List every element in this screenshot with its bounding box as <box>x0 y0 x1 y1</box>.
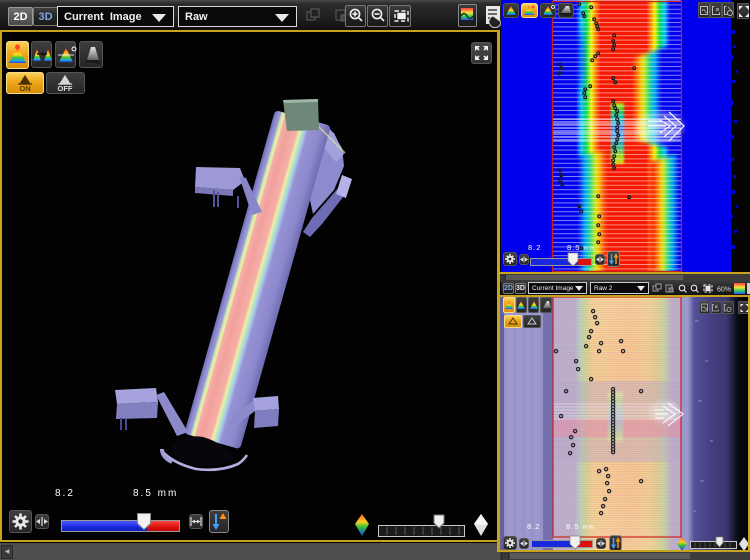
svg-text:60%: 60% <box>717 287 731 294</box>
svg-text:OFF: OFF <box>58 84 73 93</box>
svg-text:ON: ON <box>19 84 30 93</box>
